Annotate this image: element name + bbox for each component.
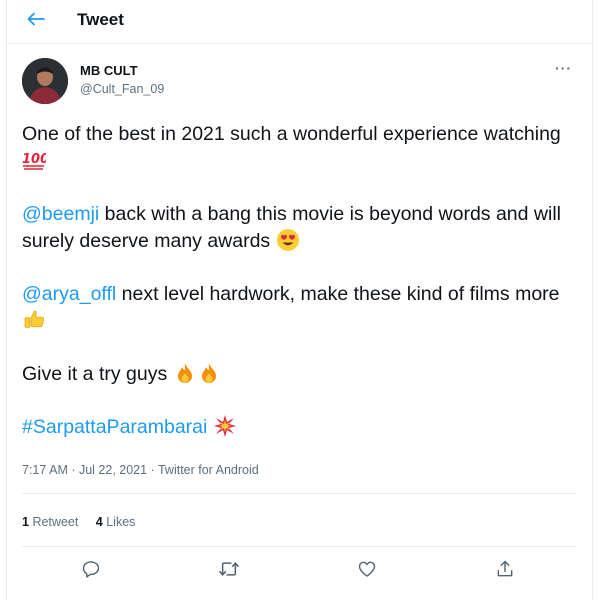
likes-count: 4 [95, 515, 103, 529]
tweet-text: One of the best in 2021 such a wonderful… [22, 121, 572, 467]
user-handle[interactable]: @Cult_Fan_09 [80, 82, 164, 96]
heart-eyes-emoji [276, 229, 299, 251]
source-app[interactable]: Twitter for Android [158, 463, 259, 477]
page-title: Tweet [77, 10, 124, 29]
svg-text:100: 100 [22, 152, 46, 167]
arrow-left-icon[interactable] [25, 8, 47, 30]
heart-icon[interactable] [355, 557, 379, 581]
tweet-text-segment: next level hardwork, make these kind of … [116, 283, 560, 305]
user-name[interactable]: MB CULT [80, 63, 138, 78]
collision-emoji [213, 415, 236, 437]
share-icon[interactable] [493, 557, 517, 581]
mention-link[interactable]: @arya_offl [22, 283, 116, 305]
thumbs-up-emoji [24, 310, 45, 328]
avatar[interactable] [22, 58, 68, 104]
mention-link[interactable]: @beemji [22, 203, 99, 225]
tweet-timestamp[interactable]: 7:17 AM · Jul 22, 2021 · [22, 463, 158, 477]
divider [22, 546, 577, 547]
fire-emoji [177, 363, 192, 383]
divider [22, 493, 577, 494]
retweets-label: Retweet [32, 515, 79, 529]
tweet-paragraph: Give it a try guys [22, 361, 572, 388]
retweets-stat[interactable]: 1 Retweet [22, 515, 78, 529]
likes-label: Likes [106, 515, 136, 529]
tweet-paragraph: One of the best in 2021 such a wonderful… [22, 121, 572, 175]
hashtag-link[interactable]: #SarpattaParambarai [22, 416, 207, 438]
fire-emoji [201, 363, 216, 383]
retweet-icon[interactable] [217, 557, 241, 581]
likes-stat[interactable]: 4 Likes [96, 515, 136, 529]
reply-icon[interactable] [79, 557, 103, 581]
tweet-paragraph: #SarpattaParambarai [22, 414, 572, 441]
tweet-paragraph: @arya_offl next level hardwork, make the… [22, 281, 572, 335]
more-icon[interactable]: ··· [555, 60, 572, 76]
hundred-points-emoji: 100 [22, 152, 46, 170]
tweet-page: Tweet MB CULT @Cult_Fan_09 ··· One of th… [6, 0, 593, 600]
header: Tweet [7, 0, 592, 44]
tweet-meta: 7:17 AM · Jul 22, 2021 · Twitter for And… [22, 463, 259, 477]
tweet-text-segment: One of the best in 2021 such a wonderful… [22, 123, 561, 145]
action-bar [7, 557, 592, 581]
tweet-stats: 1 Retweet 4 Likes [22, 515, 149, 529]
tweet-paragraph: @beemji back with a bang this movie is b… [22, 201, 572, 255]
retweets-count: 1 [22, 515, 29, 529]
tweet-text-segment: Give it a try guys [22, 363, 173, 385]
